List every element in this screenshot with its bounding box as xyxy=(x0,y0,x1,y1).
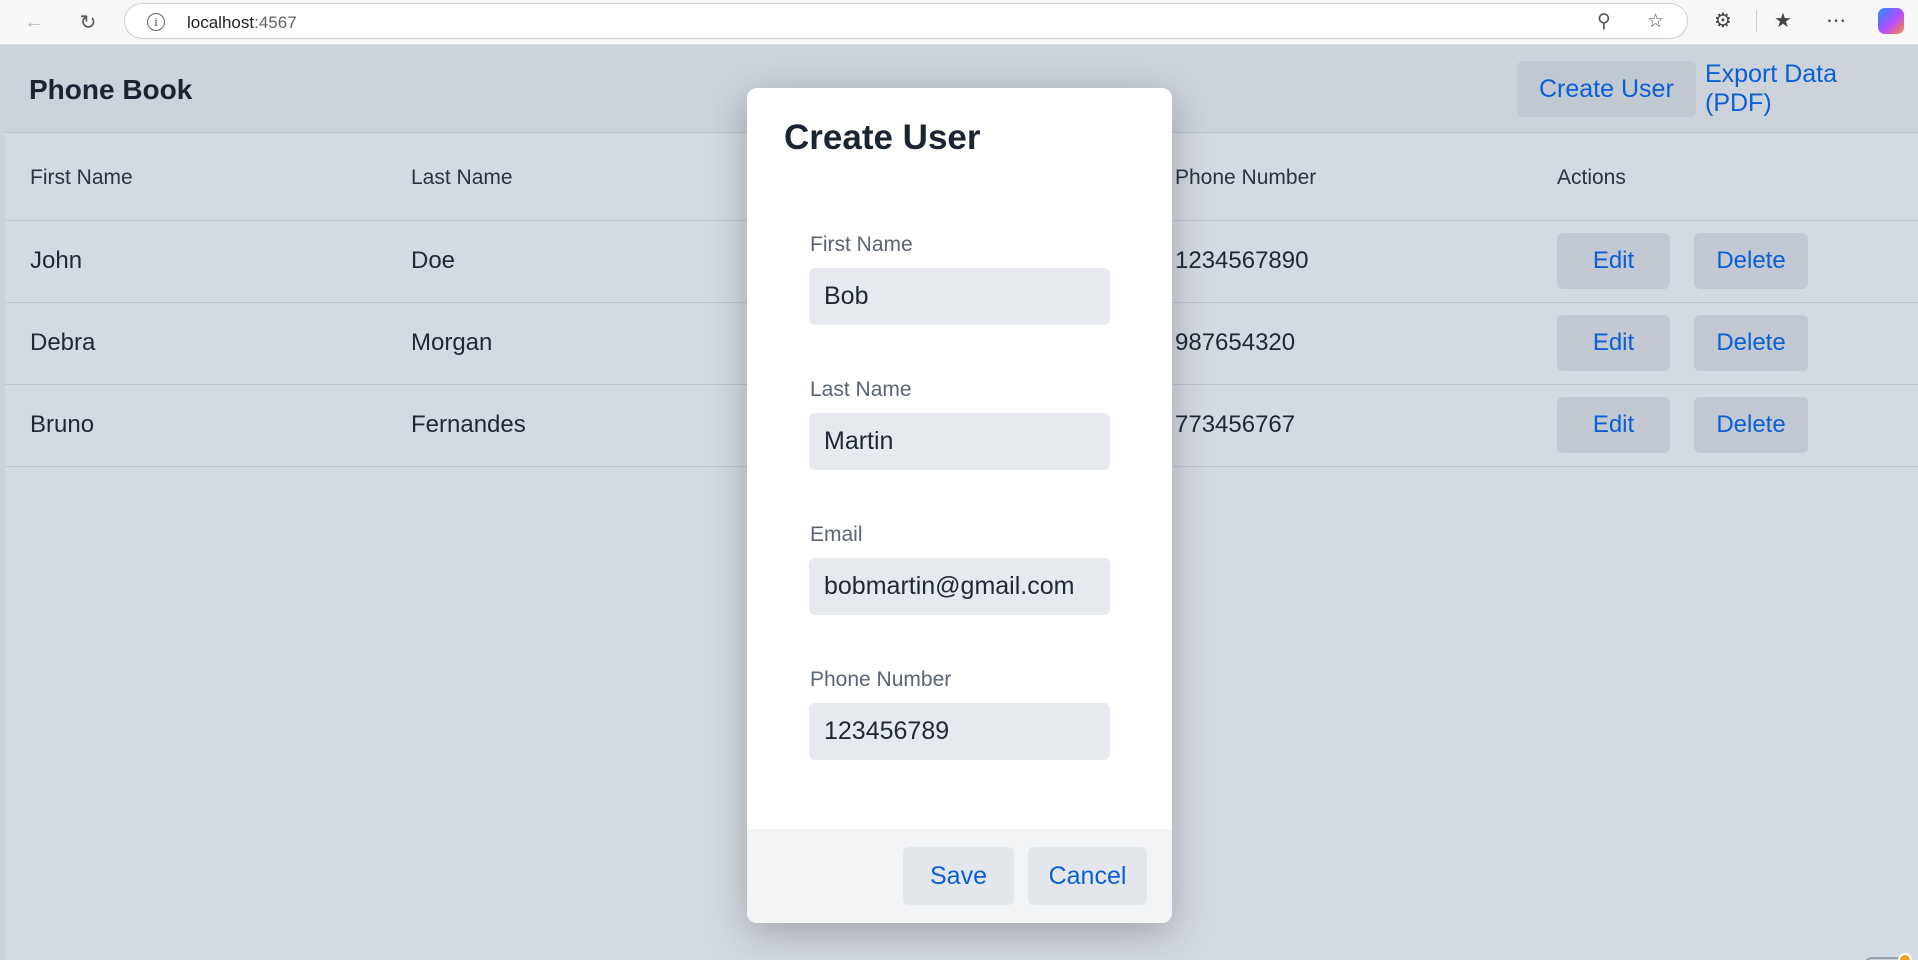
edit-button[interactable]: Edit xyxy=(1557,233,1670,289)
delete-button[interactable]: Delete xyxy=(1694,233,1808,289)
cell-last-name: Fernandes xyxy=(411,411,526,438)
address-bar[interactable]: i localhost:4567 ⚲ ☆ xyxy=(124,3,1688,39)
url-port: :4567 xyxy=(254,13,297,32)
cell-last-name: Morgan xyxy=(411,329,493,356)
cell-phone: 1234567890 xyxy=(1175,247,1309,274)
export-pdf-button[interactable]: Export Data (PDF) xyxy=(1693,60,1918,117)
phone-number-label: Phone Number xyxy=(810,668,952,691)
toolbar-separator xyxy=(1756,10,1757,32)
delete-button[interactable]: Delete xyxy=(1694,397,1808,453)
cell-first-name: Bruno xyxy=(30,411,95,438)
column-header-actions: Actions xyxy=(1557,166,1626,189)
edit-button[interactable]: Edit xyxy=(1557,397,1670,453)
page-title: Phone Book xyxy=(29,74,193,105)
edit-button[interactable]: Edit xyxy=(1557,315,1670,371)
zoom-icon[interactable]: ⚲ xyxy=(1597,10,1611,33)
first-name-label: First Name xyxy=(810,233,913,256)
url-host: localhost xyxy=(187,13,255,32)
cell-first-name: Debra xyxy=(30,329,96,356)
column-header-last-name: Last Name xyxy=(411,166,513,189)
last-name-label: Last Name xyxy=(810,378,912,401)
dialog-footer: Save Cancel xyxy=(747,829,1172,923)
cell-phone: 987654320 xyxy=(1175,329,1296,356)
cancel-button[interactable]: Cancel xyxy=(1028,847,1147,905)
notification-dot xyxy=(1898,953,1912,960)
copilot-icon[interactable] xyxy=(1878,8,1904,34)
dialog-title: Create User xyxy=(784,118,981,157)
cell-phone: 773456767 xyxy=(1175,411,1296,438)
create-user-button[interactable]: Create User xyxy=(1517,61,1696,117)
email-label: Email xyxy=(810,523,863,546)
first-name-field[interactable] xyxy=(809,268,1110,325)
create-user-dialog: Create User First Name Last Name Email P… xyxy=(747,88,1172,923)
refresh-icon[interactable]: ↻ xyxy=(73,7,103,37)
phone-number-field[interactable] xyxy=(809,703,1110,760)
url-text: localhost:4567 xyxy=(187,13,297,33)
email-field[interactable] xyxy=(809,558,1110,615)
extensions-icon[interactable]: ⚙ xyxy=(1714,8,1732,33)
last-name-field[interactable] xyxy=(809,413,1110,470)
column-header-first-name: First Name xyxy=(30,166,133,189)
star-icon[interactable]: ☆ xyxy=(1647,10,1664,33)
cell-last-name: Doe xyxy=(411,247,456,274)
browser-toolbar: ← ↻ i localhost:4567 ⚲ ☆ ⚙ ★ ⋯ xyxy=(0,0,1918,45)
favorites-icon[interactable]: ★ xyxy=(1774,8,1792,33)
save-button[interactable]: Save xyxy=(903,847,1014,905)
more-icon[interactable]: ⋯ xyxy=(1826,8,1846,33)
info-icon[interactable]: i xyxy=(147,13,165,31)
back-arrow-icon[interactable]: ← xyxy=(19,7,49,37)
column-header-phone: Phone Number xyxy=(1175,166,1317,189)
delete-button[interactable]: Delete xyxy=(1694,315,1808,371)
cell-first-name: John xyxy=(30,247,83,274)
